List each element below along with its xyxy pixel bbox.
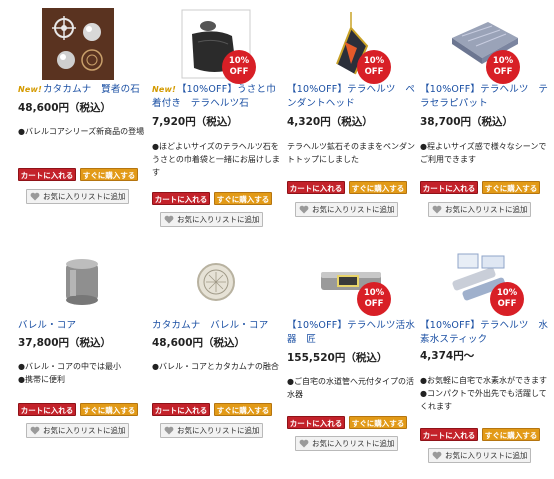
product-name[interactable]: 【10%OFF】テラヘルツ活水器 匠 (287, 319, 417, 347)
add-to-favorites-button[interactable]: お気に入りリストに追加 (26, 423, 129, 438)
buy-now-button[interactable]: すぐに購入する (80, 168, 138, 181)
add-to-cart-button[interactable]: カートに入れる (18, 168, 76, 181)
product-price: 4,374円〜 (420, 350, 475, 362)
buy-now-button[interactable]: すぐに購入する (349, 416, 407, 429)
heart-icon (30, 192, 40, 201)
product-price: 48,600円（税込） (152, 337, 246, 349)
product-image[interactable] (180, 246, 252, 318)
heart-icon (299, 439, 309, 448)
buy-now-button[interactable]: すぐに購入する (349, 181, 407, 194)
product-name[interactable]: バレル・コア (18, 319, 148, 333)
discount-badge: 10% OFF (486, 50, 520, 84)
buy-now-button[interactable]: すぐに購入する (214, 192, 272, 205)
heart-icon (432, 451, 442, 460)
buy-now-button[interactable]: すぐに購入する (214, 403, 272, 416)
add-to-cart-button[interactable]: カートに入れる (18, 403, 76, 416)
product-price: 37,800円（税込） (18, 337, 112, 349)
product-description: テラヘルツ鉱石そのままをペンダントトップにしました (287, 142, 415, 164)
heart-icon (164, 426, 174, 435)
heart-icon (30, 426, 40, 435)
product-price: 4,320円（税込） (287, 116, 373, 128)
add-to-cart-button[interactable]: カートに入れる (420, 428, 478, 441)
product-price: 7,920円（税込） (152, 116, 238, 128)
add-to-cart-button[interactable]: カートに入れる (420, 181, 478, 194)
add-to-cart-button[interactable]: カートに入れる (287, 416, 345, 429)
add-to-cart-button[interactable]: カートに入れる (287, 181, 345, 194)
discount-badge: 10% OFF (357, 50, 391, 84)
product-description: ●バレル・コアとカタカムナの融合 (152, 362, 279, 371)
product-description: ●バレル・コアの中では最小 ●携帯に便利 (18, 362, 121, 384)
heart-icon (164, 215, 174, 224)
product-name[interactable]: カタカムナ バレル・コア (152, 319, 282, 333)
product-name[interactable]: 【10%OFF】テラヘルツ テラセラピパット (420, 83, 550, 111)
product-name[interactable]: New!【10%OFF】うさと巾着付き テラヘルツ石 (152, 83, 282, 111)
add-to-cart-button[interactable]: カートに入れる (152, 403, 210, 416)
add-to-favorites-button[interactable]: お気に入りリストに追加 (295, 202, 398, 217)
buy-now-button[interactable]: すぐに購入する (482, 428, 540, 441)
product-price: 48,600円（税込） (18, 102, 112, 114)
add-to-favorites-button[interactable]: お気に入りリストに追加 (295, 436, 398, 451)
product-description: ●ほどよいサイズのテラヘルツ石をうさとの巾着袋と一緒にお届けします (152, 142, 280, 177)
add-to-favorites-button[interactable]: お気に入りリストに追加 (160, 212, 263, 227)
add-to-favorites-button[interactable]: お気に入りリストに追加 (26, 189, 129, 204)
new-badge: New! (18, 85, 42, 94)
product-price: 38,700円（税込） (420, 116, 514, 128)
discount-badge: 10% OFF (357, 282, 391, 316)
buy-now-button[interactable]: すぐに購入する (482, 181, 540, 194)
product-name[interactable]: 【10%OFF】テラヘルツ 水素水スティック (420, 319, 550, 347)
add-to-favorites-button[interactable]: お気に入りリストに追加 (428, 448, 531, 463)
product-description: ●バレルコアシリーズ新商品の登場 (18, 127, 145, 136)
add-to-favorites-button[interactable]: お気に入りリストに追加 (160, 423, 263, 438)
discount-badge: 10% OFF (222, 50, 256, 84)
product-name[interactable]: New!カタカムナ 賢者の石 (18, 83, 148, 97)
buy-now-button[interactable]: すぐに購入する (80, 403, 138, 416)
add-to-favorites-button[interactable]: お気に入りリストに追加 (428, 202, 531, 217)
discount-badge: 10% OFF (490, 282, 524, 316)
product-image[interactable] (46, 246, 118, 318)
add-to-cart-button[interactable]: カートに入れる (152, 192, 210, 205)
heart-icon (432, 205, 442, 214)
product-description: ●ご自宅の水道管へ元付タイプの活水器 (287, 377, 414, 399)
new-badge: New! (152, 85, 176, 94)
heart-icon (299, 205, 309, 214)
product-image[interactable] (42, 8, 114, 80)
product-description: ●程よいサイズ感で様々なシーンでご利用できます (420, 142, 547, 164)
product-description: ●お気軽に自宅で水素水ができます ●コンパクトで外出先でも活躍してくれます (420, 376, 547, 411)
product-name[interactable]: 【10%OFF】テラヘルツ ペンダントヘッド (287, 83, 417, 111)
product-price: 155,520円（税込） (287, 352, 388, 364)
